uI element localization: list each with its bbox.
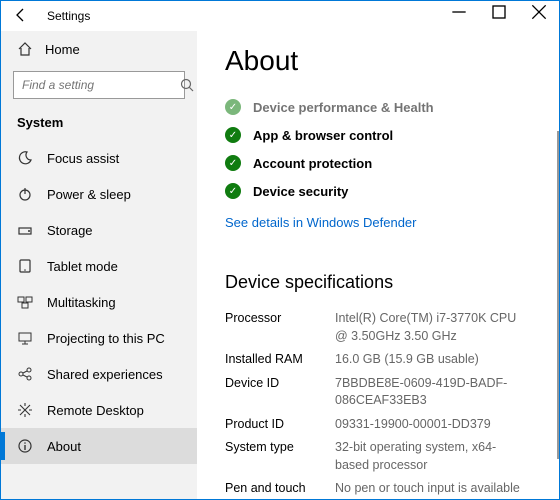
title-bar: Settings [1, 1, 559, 31]
spec-row: System type32-bit operating system, x64-… [225, 436, 529, 477]
nav-multitasking[interactable]: Multitasking [1, 284, 197, 320]
search-field[interactable] [22, 78, 179, 92]
close-button[interactable] [519, 1, 559, 31]
check-icon: ✓ [225, 99, 241, 115]
spec-key: Product ID [225, 416, 335, 434]
spec-row: Product ID09331-19900-00001-DD379 [225, 413, 529, 437]
nav-label: Remote Desktop [47, 403, 144, 418]
check-label: Account protection [253, 156, 372, 171]
check-row-account: ✓ Account protection [225, 149, 529, 177]
spec-value: 16.0 GB (15.9 GB usable) [335, 351, 479, 369]
check-icon: ✓ [225, 183, 241, 199]
spec-key: Device ID [225, 375, 335, 410]
nav-about[interactable]: About [1, 428, 197, 464]
minimize-icon [451, 4, 467, 20]
nav-label: Focus assist [47, 151, 119, 166]
nav-power-sleep[interactable]: Power & sleep [1, 176, 197, 212]
spec-key: Processor [225, 310, 335, 345]
window-title: Settings [41, 9, 439, 23]
check-label: Device security [253, 184, 348, 199]
spec-value: Intel(R) Core(TM) i7-3770K CPU @ 3.50GHz… [335, 310, 529, 345]
info-icon [17, 438, 33, 454]
check-row-app-browser: ✓ App & browser control [225, 121, 529, 149]
spec-row: Pen and touchNo pen or touch input is av… [225, 477, 529, 499]
spec-row: Device ID7BBDBE8E-0609-419D-BADF-086CEAF… [225, 372, 529, 413]
nav-shared-experiences[interactable]: Shared experiences [1, 356, 197, 392]
spec-heading: Device specifications [225, 272, 529, 293]
section-header: System [1, 109, 197, 140]
nav-list: Focus assist Power & sleep Storage Table… [1, 140, 197, 499]
spec-value: 09331-19900-00001-DD379 [335, 416, 491, 434]
nav-label: Multitasking [47, 295, 116, 310]
home-icon [17, 41, 33, 57]
check-icon: ✓ [225, 127, 241, 143]
maximize-icon [491, 4, 507, 20]
content-area: About ✓ Device performance & Health ✓ Ap… [197, 31, 559, 499]
tablet-icon [17, 258, 33, 274]
spec-value: 32-bit operating system, x64-based proce… [335, 439, 529, 474]
spec-value: 7BBDBE8E-0609-419D-BADF-086CEAF33EB3 [335, 375, 529, 410]
nav-label: Power & sleep [47, 187, 131, 202]
nav-tablet-mode[interactable]: Tablet mode [1, 248, 197, 284]
storage-icon [17, 222, 33, 238]
nav-storage[interactable]: Storage [1, 212, 197, 248]
nav-label: Projecting to this PC [47, 331, 165, 346]
nav-focus-assist[interactable]: Focus assist [1, 140, 197, 176]
check-label: App & browser control [253, 128, 393, 143]
home-button[interactable]: Home [1, 31, 197, 67]
spec-key: System type [225, 439, 335, 474]
search-icon [179, 77, 195, 93]
check-row-performance: ✓ Device performance & Health [225, 93, 529, 121]
page-title: About [225, 45, 529, 77]
minimize-button[interactable] [439, 1, 479, 31]
spec-key: Pen and touch [225, 480, 335, 499]
search-input[interactable] [13, 71, 185, 99]
projecting-icon [17, 330, 33, 346]
spec-key: Installed RAM [225, 351, 335, 369]
defender-link[interactable]: See details in Windows Defender [225, 205, 417, 236]
nav-label: Shared experiences [47, 367, 163, 382]
maximize-button[interactable] [479, 1, 519, 31]
spec-row: ProcessorIntel(R) Core(TM) i7-3770K CPU … [225, 307, 529, 348]
power-icon [17, 186, 33, 202]
nav-remote-desktop[interactable]: Remote Desktop [1, 392, 197, 428]
spec-row: Installed RAM16.0 GB (15.9 GB usable) [225, 348, 529, 372]
multitasking-icon [17, 294, 33, 310]
check-icon: ✓ [225, 155, 241, 171]
check-label: Device performance & Health [253, 100, 434, 115]
arrow-left-icon [13, 7, 29, 23]
close-icon [531, 4, 547, 20]
moon-icon [17, 150, 33, 166]
nav-projecting[interactable]: Projecting to this PC [1, 320, 197, 356]
check-row-device-security: ✓ Device security [225, 177, 529, 205]
sidebar: Home System Focus assist Power & [1, 31, 197, 499]
scrollbar[interactable] [557, 131, 559, 459]
back-button[interactable] [1, 7, 41, 26]
nav-label: Storage [47, 223, 93, 238]
home-label: Home [45, 42, 80, 57]
remote-desktop-icon [17, 402, 33, 418]
nav-label: About [47, 439, 81, 454]
nav-label: Tablet mode [47, 259, 118, 274]
spec-value: No pen or touch input is available for t… [335, 480, 529, 499]
share-icon [17, 366, 33, 382]
